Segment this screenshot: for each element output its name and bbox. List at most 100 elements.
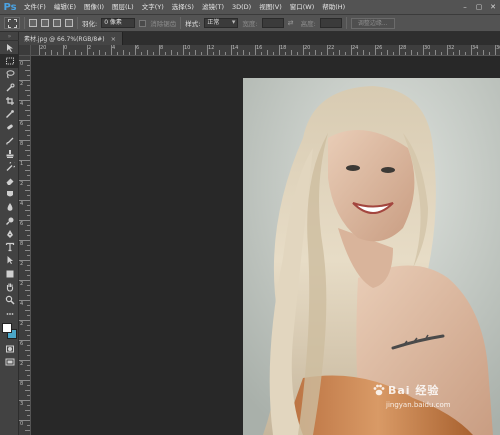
ruler-tick: [369, 52, 370, 55]
add-to-selection-icon[interactable]: [41, 19, 49, 27]
ruler-tick: [27, 395, 30, 396]
antialias-checkbox[interactable]: [139, 19, 147, 27]
menu-layer[interactable]: 图层(L): [108, 0, 138, 15]
ruler-label: 8: [20, 381, 24, 387]
menu-image[interactable]: 图像(I): [80, 0, 108, 15]
ruler-tick: [27, 385, 30, 386]
style-select[interactable]: 正常: [204, 18, 239, 28]
ruler-tick: [93, 52, 94, 55]
subtract-selection-icon[interactable]: [53, 19, 61, 27]
quick-mask-icon[interactable]: [0, 342, 19, 355]
ruler-tick: [19, 100, 30, 101]
screen-mode-icon[interactable]: [0, 356, 19, 369]
document-tab[interactable]: 素材.jpg @ 66.7%(RGB/8#) ×: [19, 32, 124, 45]
ruler-tick: [19, 280, 30, 281]
gradient-tool-icon[interactable]: [0, 187, 19, 200]
menu-help[interactable]: 帮助(H): [318, 0, 349, 15]
ruler-tick: [159, 45, 160, 55]
hand-tool-icon[interactable]: [0, 280, 19, 293]
close-button[interactable]: ✕: [486, 0, 500, 15]
height-input[interactable]: [319, 18, 342, 28]
ruler-label: 8: [20, 141, 24, 147]
vertical-ruler[interactable]: 0 2 4 6 8 1 2 4 6 8 2 2 4 2 6 2 8 3 0: [19, 56, 31, 435]
panel-grip-icon[interactable]: »: [0, 32, 19, 41]
ruler-label: 6: [20, 221, 24, 227]
ruler-tick: [27, 145, 30, 146]
tool-preset-picker[interactable]: [4, 17, 20, 29]
ruler-label: 2: [20, 361, 24, 367]
menu-select[interactable]: 选择(S): [168, 0, 198, 15]
ruler-label: 18: [280, 45, 287, 51]
blur-tool-icon[interactable]: [0, 201, 19, 214]
marquee-preset-icon: [7, 18, 17, 28]
width-input[interactable]: [261, 18, 284, 28]
eraser-tool-icon[interactable]: [0, 174, 19, 187]
ruler-label: 4: [20, 101, 24, 107]
clone-stamp-tool-icon[interactable]: [0, 147, 19, 160]
horizontal-ruler[interactable]: 20024681012141618202224262830323436: [31, 45, 500, 56]
minimize-button[interactable]: –: [458, 0, 472, 15]
move-tool-icon[interactable]: [0, 41, 19, 54]
divider: [345, 17, 347, 29]
menu-type[interactable]: 文字(Y): [138, 0, 168, 15]
eyedropper-tool-icon[interactable]: [0, 107, 19, 120]
options-bar: 羽化: 0 像素 消除锯齿 样式: 正常 宽度: ⇄ 高度: 调整边缘...: [0, 15, 500, 32]
ruler-tick: [99, 50, 100, 55]
ruler-label: 2: [20, 81, 24, 87]
ruler-label: 8: [160, 45, 164, 51]
new-selection-icon[interactable]: [29, 19, 37, 27]
ruler-tick: [207, 45, 208, 55]
ruler-tick: [171, 50, 172, 55]
ruler-tick: [255, 45, 256, 55]
ruler-tick: [57, 52, 58, 55]
ruler-tick: [19, 80, 30, 81]
document-tab-bar: 素材.jpg @ 66.7%(RGB/8#) ×: [19, 32, 500, 45]
type-tool-icon[interactable]: [0, 240, 19, 253]
pen-tool-icon[interactable]: [0, 227, 19, 240]
color-swatches[interactable]: [0, 320, 19, 342]
dodge-tool-icon[interactable]: [0, 214, 19, 227]
ruler-tick: [225, 52, 226, 55]
ruler-label: 2: [20, 181, 24, 187]
feather-label: 羽化:: [82, 20, 98, 28]
ruler-tick: [291, 50, 292, 55]
menu-file[interactable]: 文件(F): [20, 0, 50, 15]
menu-view[interactable]: 视图(V): [255, 0, 286, 15]
brush-tool-icon[interactable]: [0, 134, 19, 147]
history-brush-tool-icon[interactable]: [0, 161, 19, 174]
quick-select-tool-icon[interactable]: [0, 81, 19, 94]
ruler-tick: [489, 52, 490, 55]
path-select-tool-icon[interactable]: [0, 254, 19, 267]
ruler-tick: [453, 52, 454, 55]
marquee-tool-icon[interactable]: [0, 54, 19, 68]
feather-input[interactable]: 0 像素: [101, 18, 136, 28]
healing-brush-tool-icon[interactable]: [0, 121, 19, 134]
ruler-origin[interactable]: [19, 45, 31, 56]
ruler-tick: [351, 45, 352, 55]
maximize-button[interactable]: ▢: [472, 0, 486, 15]
refine-edge-button[interactable]: 调整边缘...: [350, 17, 395, 29]
menu-edit[interactable]: 编辑(E): [50, 0, 80, 15]
zoom-tool-icon[interactable]: [0, 294, 19, 307]
ruler-tick: [429, 52, 430, 55]
crop-tool-icon[interactable]: [0, 94, 19, 107]
ruler-tick: [45, 52, 46, 55]
shape-tool-icon[interactable]: [0, 267, 19, 280]
lasso-tool-icon[interactable]: [0, 68, 19, 81]
menu-window[interactable]: 窗口(W): [286, 0, 319, 15]
document-canvas[interactable]: [31, 56, 500, 435]
close-tab-icon[interactable]: ×: [111, 35, 116, 43]
swap-dimensions-icon[interactable]: ⇄: [288, 19, 297, 27]
watermark-text: Bai 经验: [388, 384, 440, 397]
ruler-tick: [441, 52, 442, 55]
ruler-tick: [27, 405, 30, 406]
menu-3d[interactable]: 3D(D): [228, 0, 255, 15]
ruler-tick: [105, 52, 106, 55]
ruler-tick: [495, 45, 496, 55]
foreground-color-swatch[interactable]: [2, 323, 12, 334]
menu-filter[interactable]: 滤镜(T): [198, 0, 228, 15]
ruler-tick: [25, 370, 30, 371]
more-tools-icon[interactable]: [0, 307, 19, 320]
ruler-tick: [477, 52, 478, 55]
intersect-selection-icon[interactable]: [65, 19, 73, 27]
